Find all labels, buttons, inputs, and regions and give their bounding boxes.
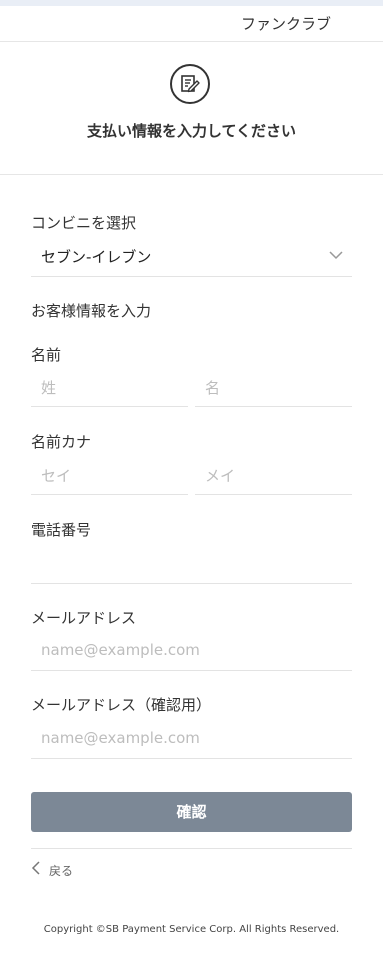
email-input[interactable]: name@example.com bbox=[31, 632, 352, 670]
store-selected-value: セブン-イレブン bbox=[41, 248, 152, 266]
store-label: コンビニを選択 bbox=[31, 214, 137, 232]
store-select[interactable]: セブン-イレブン bbox=[31, 240, 352, 276]
page-heading: 支払い情報を入力してください bbox=[86, 122, 297, 140]
first-name-kana-placeholder: メイ bbox=[205, 467, 236, 485]
email-confirm-placeholder: name@example.com bbox=[41, 729, 200, 747]
name-label: 名前 bbox=[31, 346, 62, 364]
kana-label: 名前カナ bbox=[31, 433, 92, 451]
phone-underline bbox=[31, 583, 352, 584]
last-name-placeholder: 姓 bbox=[41, 379, 57, 397]
last-name-kana-underline bbox=[31, 494, 188, 495]
email-underline bbox=[31, 670, 352, 671]
last-name-kana-placeholder: セイ bbox=[41, 467, 72, 485]
email-placeholder: name@example.com bbox=[41, 641, 200, 659]
edit-document-icon bbox=[170, 64, 210, 104]
first-name-underline bbox=[195, 406, 352, 407]
hero: 支払い情報を入力してください bbox=[0, 41, 383, 175]
first-name-input[interactable]: 名 bbox=[195, 368, 352, 406]
last-name-kana-input[interactable]: セイ bbox=[31, 456, 188, 494]
copyright: Copyright ©SB Payment Service Corp. All … bbox=[43, 924, 340, 935]
header: ファンクラブ bbox=[0, 6, 383, 42]
last-name-input[interactable]: 姓 bbox=[31, 368, 188, 406]
last-name-underline bbox=[31, 406, 188, 407]
email-confirm-label: メールアドレス（確認用） bbox=[31, 696, 212, 714]
phone-label: 電話番号 bbox=[31, 521, 92, 539]
first-name-kana-underline bbox=[195, 494, 352, 495]
phone-input[interactable] bbox=[31, 545, 352, 583]
email-confirm-input[interactable]: name@example.com bbox=[31, 720, 352, 758]
first-name-kana-input[interactable]: メイ bbox=[195, 456, 352, 494]
header-title: ファンクラブ bbox=[240, 15, 331, 33]
first-name-placeholder: 名 bbox=[205, 379, 221, 397]
email-label: メールアドレス bbox=[31, 609, 137, 627]
email-confirm-underline bbox=[31, 758, 352, 759]
customer-section-label: お客様情報を入力 bbox=[31, 302, 152, 320]
chevron-left-icon bbox=[31, 861, 40, 875]
confirm-button[interactable]: 確認 bbox=[31, 792, 352, 832]
chevron-down-icon bbox=[329, 251, 343, 260]
back-label: 戻る bbox=[49, 864, 74, 878]
store-underline bbox=[31, 276, 352, 277]
divider bbox=[31, 848, 352, 849]
